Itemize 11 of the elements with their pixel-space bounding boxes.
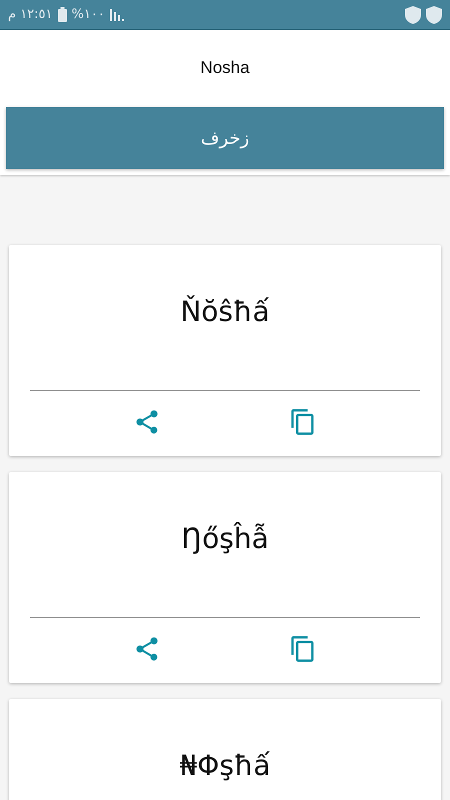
shield-icon — [426, 6, 442, 24]
signal-icon — [110, 8, 124, 21]
decorated-text: Ňŏŝħấ — [179, 295, 271, 330]
name-input-field[interactable]: Nosha — [73, 50, 377, 86]
clock-text: ١٢:٥١ م — [8, 7, 52, 22]
decorated-text: Ŋőşĥẫ — [180, 522, 270, 557]
decorated-text: ₦Φşħấ — [178, 749, 272, 784]
shield-icon — [405, 6, 421, 24]
decorate-button[interactable]: زخرف — [6, 107, 444, 169]
battery-text: %١٠٠ — [72, 7, 105, 22]
battery-icon — [58, 7, 66, 22]
